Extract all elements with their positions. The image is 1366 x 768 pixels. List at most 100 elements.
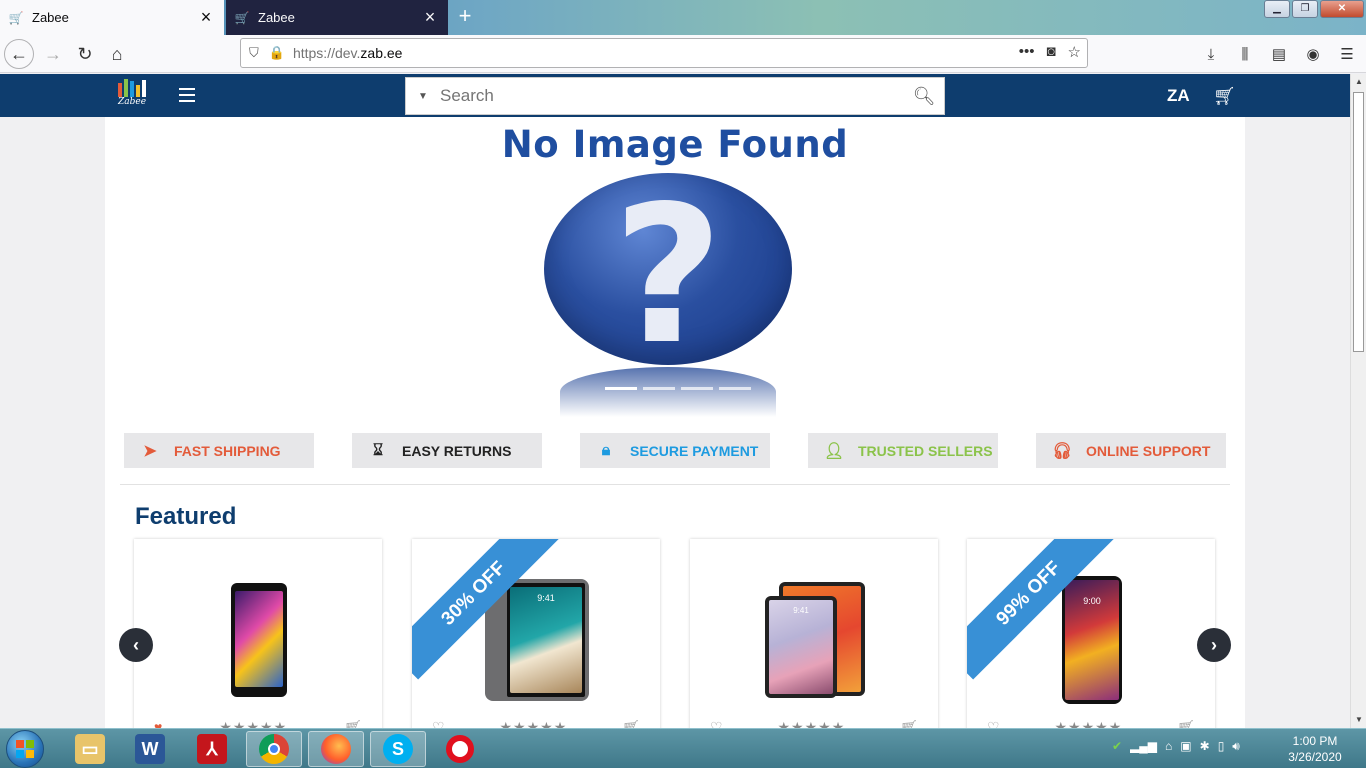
account-icon[interactable]: ◉ — [1300, 39, 1326, 69]
signal-icon[interactable]: ▂▄▆ — [1130, 739, 1157, 754]
rating-stars: ★★★★★ — [1054, 718, 1123, 729]
display-icon[interactable]: ▣ — [1180, 739, 1191, 754]
network-icon[interactable]: ⌂ — [1165, 739, 1172, 754]
lock-icon[interactable]: 🔒 — [269, 45, 285, 61]
system-clock[interactable]: 1:00 PM 3/26/2020 — [1280, 733, 1350, 765]
start-button[interactable] — [6, 730, 44, 768]
forward-button[interactable]: → — [38, 39, 68, 69]
page-actions-icon[interactable]: ••• — [1019, 43, 1035, 61]
site-search: ▼ 🔍︎ — [405, 77, 945, 115]
new-tab-button[interactable]: + — [452, 4, 478, 30]
scroll-down-icon[interactable]: ▼ — [1351, 712, 1366, 728]
minimize-button[interactable]: ▁ — [1264, 0, 1290, 18]
product-card[interactable]: 9:41 30% OFF ♡ ★★★★★ 🛒︎ — [412, 539, 660, 728]
wishlist-heart-icon[interactable]: ♡ — [987, 719, 1000, 729]
taskbar-firefox[interactable] — [308, 731, 364, 767]
taskbar-chrome[interactable] — [246, 731, 302, 767]
tab-zabee-active[interactable]: 🛒 Zabee × — [0, 0, 224, 35]
close-tab-icon[interactable]: × — [196, 7, 216, 28]
library-icon[interactable]: ⫼ — [1232, 39, 1258, 69]
feature-trusted-sellers: 👤︎ TRUSTED SELLERS — [808, 433, 998, 468]
bookmark-star-icon[interactable]: ☆ — [1068, 43, 1081, 61]
wishlist-heart-icon[interactable]: ♡ — [710, 719, 723, 729]
user-icon: 👤︎ — [824, 442, 845, 460]
taskbar-opera[interactable] — [432, 731, 488, 767]
product-card[interactable]: ♥ ★★★★★ 🛒︎ — [134, 539, 382, 728]
carousel-next-button[interactable]: › — [1197, 628, 1231, 662]
feature-easy-returns: ⌛︎ EASY RETURNS — [352, 433, 542, 468]
product-image[interactable] — [184, 575, 334, 705]
question-mark: ? — [612, 165, 724, 386]
tab-title: Zabee — [258, 10, 295, 25]
taskbar-word[interactable]: W — [122, 731, 178, 767]
taskbar-acrobat[interactable]: ⅄ — [184, 731, 240, 767]
search-input[interactable] — [440, 86, 904, 106]
volume-icon[interactable]: 🔊︎ — [1232, 739, 1240, 754]
clock-date: 3/26/2020 — [1288, 750, 1342, 764]
close-window-button[interactable]: ✕ — [1320, 0, 1364, 18]
maximize-button[interactable]: ❐ — [1292, 0, 1318, 18]
chrome-icon — [259, 734, 289, 764]
clock-time: 1:00 PM — [1292, 734, 1338, 748]
add-to-cart-icon[interactable]: 🛒︎ — [1177, 719, 1195, 729]
firefox-icon — [321, 734, 351, 764]
hourglass-icon: ⌛︎ — [372, 441, 384, 459]
feature-label: ONLINE SUPPORT — [1086, 442, 1211, 459]
feature-secure-payment: 🔒︎ SECURE PAYMENT — [580, 433, 770, 468]
close-tab-icon[interactable]: × — [420, 7, 440, 28]
carousel-dot[interactable] — [719, 387, 751, 390]
scroll-up-icon[interactable]: ▲ — [1351, 74, 1366, 90]
vertical-scrollbar[interactable]: ▲ ▼ — [1350, 74, 1366, 728]
acrobat-icon: ⅄ — [197, 734, 227, 764]
hero-carousel: No Image Found ? — [105, 117, 1245, 417]
back-button[interactable]: ← — [4, 39, 34, 69]
carousel-dot[interactable] — [605, 387, 637, 390]
carousel-prev-button[interactable]: ‹ — [119, 628, 153, 662]
taskbar-file-explorer[interactable]: ▭ — [62, 731, 118, 767]
product-card[interactable]: 9:00 99% OFF ♡ ★★★★★ 🛒︎ — [967, 539, 1215, 728]
feature-label: EASY RETURNS — [402, 442, 512, 459]
wishlist-heart-icon[interactable]: ♥ — [154, 719, 162, 728]
region-selector[interactable]: ZA — [1167, 86, 1190, 106]
wishlist-heart-icon[interactable]: ♡ — [432, 719, 445, 729]
carousel-dot[interactable] — [643, 387, 675, 390]
security-icon[interactable]: ✔ — [1112, 739, 1122, 754]
menu-icon[interactable]: ☰ — [1334, 39, 1360, 69]
feature-label: TRUSTED SELLERS — [858, 442, 993, 459]
add-to-cart-icon[interactable]: 🛒︎ — [344, 719, 362, 729]
carousel-dot[interactable] — [681, 387, 713, 390]
search-icon[interactable]: 🔍︎ — [904, 86, 944, 107]
tab-title: Zabee — [32, 10, 69, 25]
pocket-icon[interactable]: ◙ — [1046, 43, 1055, 61]
navigation-toolbar: ← → ↻ ⌂ ⛉ 🔒 https://dev. zab.ee ••• ◙ ☆ ⤓… — [0, 35, 1366, 73]
reload-button[interactable]: ↻ — [70, 39, 100, 69]
add-to-cart-icon[interactable]: 🛒︎ — [622, 719, 640, 729]
sidebar-icon[interactable]: ▤ — [1266, 39, 1292, 69]
hamburger-menu-icon[interactable] — [179, 88, 195, 102]
add-to-cart-icon[interactable]: 🛒︎ — [900, 719, 918, 729]
scrollbar-thumb[interactable] — [1353, 92, 1364, 352]
zabee-logo[interactable]: Zabee — [118, 79, 154, 111]
tab-zabee[interactable]: 🛒 Zabee × — [226, 0, 448, 35]
downloads-icon[interactable]: ⤓ — [1198, 39, 1224, 69]
bluetooth-icon[interactable]: ✱ — [1200, 739, 1210, 754]
home-button[interactable]: ⌂ — [102, 39, 132, 69]
system-tray: ✔ ▂▄▆ ⌂ ▣ ✱ ▯ 🔊︎ — [1112, 739, 1240, 754]
url-bar[interactable]: ⛉ 🔒 https://dev. zab.ee ••• ◙ ☆ — [240, 38, 1088, 68]
product-card[interactable]: 9:41 ♡ ★★★★★ 🛒︎ — [690, 539, 938, 728]
feature-label: FAST SHIPPING — [174, 442, 281, 459]
device-time: 9:00 — [1083, 596, 1101, 606]
skype-icon: S — [383, 734, 413, 764]
power-icon[interactable]: ▯ — [1218, 739, 1225, 754]
rating-stars: ★★★★★ — [219, 718, 288, 729]
taskbar-skype[interactable]: S — [370, 731, 426, 767]
cart-icon[interactable]: 🛒︎ — [1213, 86, 1236, 107]
device-time: 9:41 — [793, 606, 809, 615]
paper-plane-icon: ➤ — [143, 442, 157, 460]
category-dropdown-icon[interactable]: ▼ — [406, 91, 440, 102]
zabee-favicon-icon: 🛒 — [8, 10, 24, 25]
tab-strip: 🛒 Zabee × 🛒 Zabee × + ▁ ❐ ✕ — [0, 0, 1366, 35]
product-image[interactable]: 9:41 — [740, 575, 890, 705]
windows-taskbar: ▭ W ⅄ S ✔ ▂▄▆ ⌂ ▣ ✱ ▯ 🔊︎ 1:00 PM 3/26/20… — [0, 728, 1366, 768]
shield-icon[interactable]: ⛉ — [249, 45, 259, 61]
